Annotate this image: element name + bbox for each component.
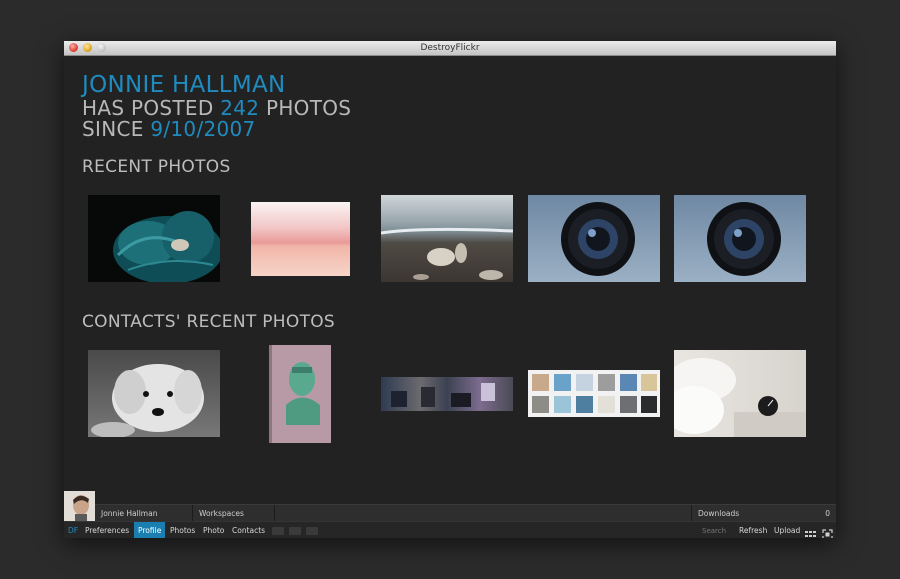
profile-tab[interactable]: Profile <box>134 522 166 538</box>
recent-photo-4[interactable] <box>528 195 660 282</box>
contact-photo-3[interactable] <box>381 377 513 411</box>
contact-photo-5[interactable] <box>674 350 806 437</box>
downloads-label: Downloads <box>698 509 740 518</box>
grid-view-icon[interactable] <box>805 526 816 537</box>
profile-header: JONNIE HALLMAN HAS POSTED 242 PHOTOS SIN… <box>82 73 351 140</box>
contact-photo-4[interactable] <box>528 370 660 417</box>
title-bar: DestroyFlickr <box>64 41 836 56</box>
posted-suffix: PHOTOS <box>265 96 352 120</box>
recent-photo-3[interactable] <box>381 195 513 282</box>
recent-photos-title: RECENT PHOTOS <box>82 157 231 177</box>
search-input[interactable] <box>702 525 730 536</box>
fullscreen-icon[interactable] <box>822 525 833 538</box>
since-date: 9/10/2007 <box>150 117 256 141</box>
contact-photo-1[interactable] <box>88 350 220 437</box>
df-logo: DF <box>68 526 79 535</box>
contact-photo-2[interactable] <box>269 345 331 443</box>
photos-tab[interactable]: Photos <box>166 522 199 538</box>
status-bar: Jonnie Hallman Workspaces Downloads 0 <box>64 504 836 522</box>
window-title: DestroyFlickr <box>420 43 480 53</box>
user-name-cell[interactable]: Jonnie Hallman <box>95 505 193 522</box>
downloads-cell[interactable]: Downloads 0 <box>691 505 836 522</box>
since-line: SINCE 9/10/2007 <box>82 119 351 140</box>
avatar[interactable] <box>64 491 95 521</box>
refresh-button[interactable]: Refresh <box>735 522 771 538</box>
toolbar: DF Preferences Profile Photos Photo Cont… <box>64 521 836 538</box>
contacts-photos-title: CONTACTS' RECENT PHOTOS <box>82 312 336 332</box>
downloads-count: 0 <box>825 509 830 518</box>
photo-tab[interactable]: Photo <box>199 522 228 538</box>
posted-line: HAS POSTED 242 PHOTOS <box>82 98 351 119</box>
preferences-tab[interactable]: Preferences <box>81 522 133 538</box>
recent-photo-5[interactable] <box>674 195 806 282</box>
profile-name: JONNIE HALLMAN <box>82 72 286 98</box>
recent-photo-2[interactable] <box>251 202 350 276</box>
face-icon[interactable] <box>272 527 284 535</box>
app-window: DestroyFlickr JONNIE HALLMAN HAS POSTED … <box>64 41 836 538</box>
since-prefix: SINCE <box>82 117 144 141</box>
face-icon[interactable] <box>306 527 318 535</box>
contacts-tab[interactable]: Contacts <box>228 522 269 538</box>
upload-button[interactable]: Upload <box>770 522 804 538</box>
workspaces-cell[interactable]: Workspaces <box>193 505 275 522</box>
recent-photo-1[interactable] <box>88 195 220 282</box>
face-icon[interactable] <box>289 527 301 535</box>
